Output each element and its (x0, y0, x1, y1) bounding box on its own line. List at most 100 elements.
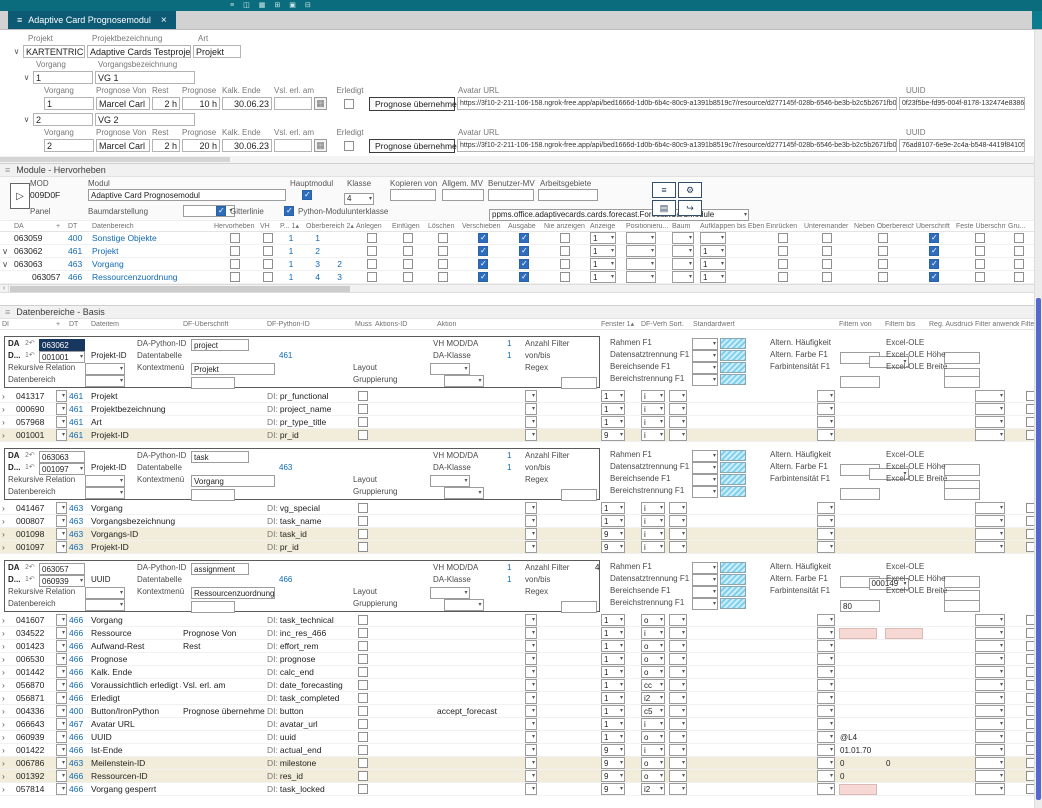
dateitem[interactable]: Art (89, 416, 181, 428)
standardwert-dropdown[interactable] (817, 515, 835, 527)
aktions-id-cell[interactable] (373, 541, 435, 553)
col-dt[interactable]: DT (67, 321, 89, 328)
hervorheben-checkbox[interactable] (230, 246, 240, 256)
df-python-id[interactable]: DI:calc_end (265, 666, 353, 678)
fenster-dropdown[interactable]: 1 (601, 640, 625, 652)
filter-anwenden-dropdown[interactable] (975, 640, 1005, 652)
filtern-bis-cell[interactable] (883, 640, 927, 652)
mod-id-value[interactable]: 009D0F (30, 190, 60, 200)
sortierung-dropdown[interactable] (669, 718, 687, 730)
aktions-id-cell[interactable] (373, 783, 435, 795)
row-expander-icon[interactable]: › (0, 770, 14, 782)
col-gruppe[interactable]: Gru... (1006, 223, 1032, 230)
aktion-dropdown[interactable] (525, 679, 537, 691)
filter-anwenden-dropdown[interactable] (975, 679, 1005, 691)
filtern-bis-cell[interactable] (883, 705, 927, 717)
col-ueberschrift[interactable]: Überschrift (914, 223, 954, 230)
reg-ausdruck-cell[interactable] (927, 783, 973, 795)
filter-anwenden-dropdown[interactable] (975, 770, 1005, 782)
reg-ausdruck-cell[interactable] (927, 653, 973, 665)
df-verhalten-dropdown[interactable]: o (641, 770, 665, 782)
sortierung-dropdown[interactable] (669, 705, 687, 717)
anzeige-dropdown[interactable]: 1 (590, 258, 616, 270)
aktion-cell[interactable] (435, 515, 539, 527)
fenster-dropdown[interactable]: 9 (601, 744, 625, 756)
filter-anwenden-dropdown[interactable] (975, 515, 1005, 527)
reg-ausdruck-cell[interactable] (927, 679, 973, 691)
data-item-row[interactable]: › 060939 466 UUID DI:uuid 1 o @L4 (0, 731, 1042, 744)
col-df-python-id[interactable]: DF-Python-ID (265, 321, 353, 328)
aktion-dropdown[interactable] (525, 666, 537, 678)
filtern-von-cell[interactable] (837, 627, 883, 639)
muss-checkbox[interactable] (358, 417, 368, 427)
di-dropdown[interactable] (56, 666, 67, 678)
df-python-id[interactable]: DI:res_id (265, 770, 353, 782)
dateitem[interactable]: Vorgangs-ID (89, 528, 181, 540)
aktions-id-cell[interactable] (373, 416, 435, 428)
vh-checkbox[interactable] (263, 272, 273, 282)
fenster-dropdown[interactable]: 1 (601, 705, 625, 717)
muss-checkbox[interactable] (358, 615, 368, 625)
filter-anwenden-dropdown[interactable] (975, 744, 1005, 756)
bereichstrennung-dropdown[interactable] (692, 598, 718, 610)
row-expander-icon[interactable]: › (0, 528, 14, 540)
df-python-id[interactable]: DI:task_id (265, 528, 353, 540)
python-modulunterklasse-field[interactable]: ppms.office.adaptivecards.cards.forecast… (489, 209, 749, 221)
reg-ausdruck-cell[interactable] (927, 541, 973, 553)
muss-checkbox[interactable] (358, 516, 368, 526)
filtern-bis-cell[interactable] (883, 783, 927, 795)
standardwert-dropdown[interactable] (817, 416, 835, 428)
benutzer-mv-field[interactable] (488, 189, 534, 201)
fenster-dropdown[interactable]: 1 (601, 679, 625, 691)
rekursive-relation-dropdown[interactable] (85, 475, 125, 487)
fenster-dropdown[interactable]: 1 (601, 731, 625, 743)
aktion-cell[interactable] (435, 416, 539, 428)
col-nie-anzeigen[interactable]: Nie anzeigen (542, 223, 588, 230)
aktion-cell[interactable] (435, 528, 539, 540)
df-ueberschrift[interactable] (181, 770, 265, 782)
positionierung-dropdown[interactable] (626, 258, 656, 270)
reg-ausdruck-cell[interactable] (927, 614, 973, 626)
vh-checkbox[interactable] (263, 259, 273, 269)
filtern-von-cell[interactable] (837, 390, 883, 402)
datenbereich-dropdown[interactable] (85, 599, 125, 611)
reg-ausdruck-cell[interactable] (927, 705, 973, 717)
standardwert-dropdown[interactable] (817, 770, 835, 782)
aktion-cell[interactable] (435, 541, 539, 553)
scroll-thumb[interactable] (1036, 298, 1041, 800)
filter-anwenden-dropdown[interactable] (975, 528, 1005, 540)
bereichstrennung-pattern-cell[interactable] (720, 486, 746, 497)
bereichstrennung-pattern-cell[interactable] (720, 374, 746, 385)
aktion-dropdown[interactable] (525, 705, 537, 717)
kopieren-von-field[interactable] (390, 189, 436, 201)
aktion-cell[interactable] (435, 666, 539, 678)
reg-ausdruck-cell[interactable] (927, 770, 973, 782)
col-df-verh[interactable]: DF-Verh. (639, 321, 667, 328)
aufklappen-dropdown[interactable]: 1 (700, 245, 726, 257)
untereinander-checkbox[interactable] (822, 246, 832, 256)
col-p[interactable]: P... 1▴ (278, 222, 304, 230)
filter-anwenden-dropdown[interactable] (975, 705, 1005, 717)
datensatztrennung-dropdown[interactable] (692, 350, 718, 362)
row-expander-icon[interactable]: › (0, 515, 14, 527)
loeschen-checkbox[interactable] (438, 233, 448, 243)
aktion-dropdown[interactable] (525, 770, 537, 782)
row-expander-icon[interactable]: › (0, 416, 14, 428)
sortierung-dropdown[interactable] (669, 757, 687, 769)
toolbar-icon[interactable]: ⊟ (305, 2, 311, 9)
standardwert-dropdown[interactable] (817, 731, 835, 743)
filter-anwenden-dropdown[interactable] (975, 627, 1005, 639)
data-item-row[interactable]: › 001422 466 Ist-Ende DI:actual_end 9 i … (0, 744, 1042, 757)
df-verhalten-dropdown[interactable]: i2 (641, 783, 665, 795)
col-filtern-bis[interactable]: Filtern bis (883, 321, 927, 328)
allgem-mv-field[interactable] (442, 189, 484, 201)
horizontal-scrollbar[interactable]: ‹ (0, 284, 1042, 293)
sortierung-dropdown[interactable] (669, 614, 687, 626)
col-sort[interactable]: Sort. (667, 321, 691, 328)
sortierung-dropdown[interactable] (669, 731, 687, 743)
avatar-url-field[interactable]: https://3f10-2-211-106-158.ngrok-free.ap… (457, 139, 897, 152)
row-expander-icon[interactable]: › (0, 744, 14, 756)
aktion-cell[interactable] (435, 692, 539, 704)
col-oberbereich[interactable]: Oberbereich 2▴ (304, 222, 354, 230)
dateitem[interactable]: Ist-Ende (89, 744, 181, 756)
